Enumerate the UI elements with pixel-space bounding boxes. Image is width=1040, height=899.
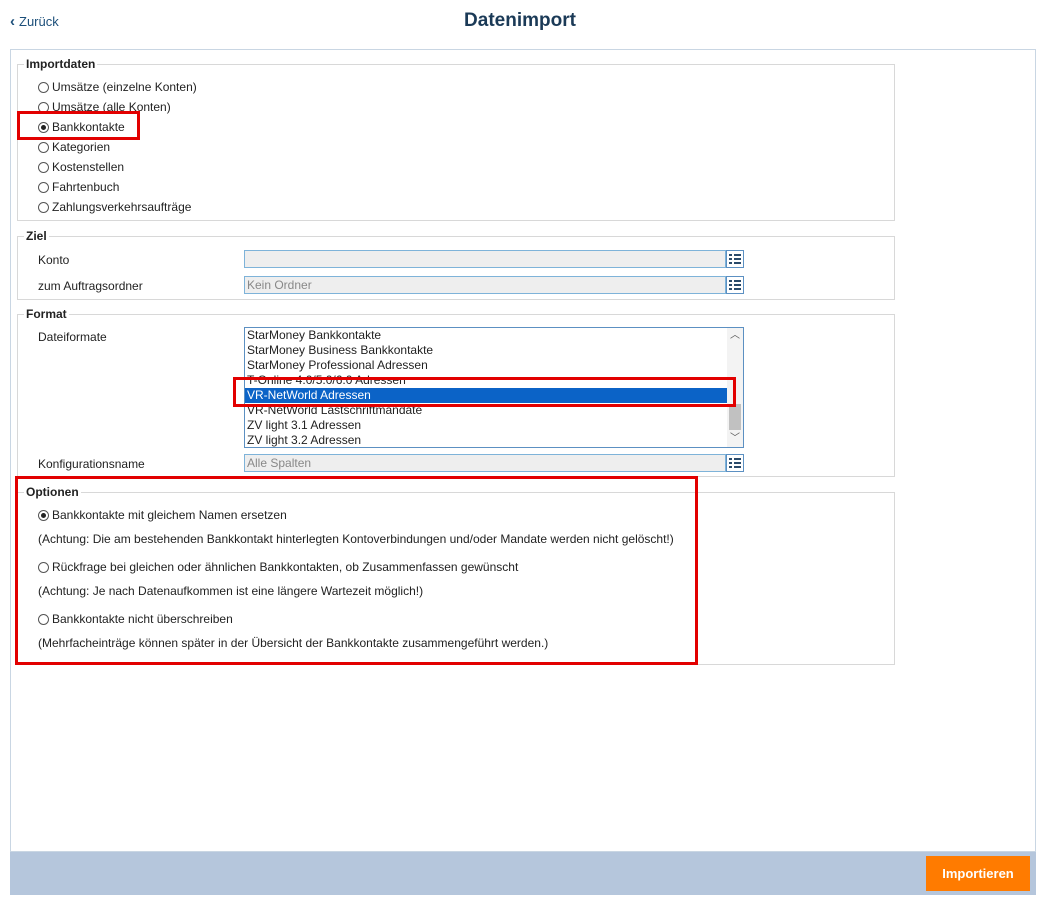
scrollbar-thumb[interactable]: [729, 404, 741, 430]
radio-label: Bankkontakte mit gleichem Namen ersetzen: [52, 508, 287, 522]
ziel-group: Ziel Konto zum Auftragsordner Kein Ordne…: [17, 229, 895, 300]
konto-field[interactable]: [244, 250, 726, 268]
list-item-selected[interactable]: VR-NetWorld Adressen: [245, 388, 727, 403]
radio-circle[interactable]: [38, 613, 49, 625]
page-title: Datenimport: [464, 10, 576, 31]
option-note: (Achtung: Je nach Datenaufkommen ist ein…: [38, 584, 424, 598]
importdaten-legend: Importdaten: [24, 57, 98, 71]
radio-circle[interactable]: [38, 81, 49, 93]
radio-circle-selected[interactable]: [38, 121, 49, 133]
list-item[interactable]: StarMoney Business Bankkontakte: [245, 343, 727, 358]
importdaten-group: Importdaten Umsätze (einzelne Konten) Um…: [17, 57, 895, 221]
radio-circle[interactable]: [38, 101, 49, 113]
konto-list-icon[interactable]: [726, 250, 744, 268]
list-item[interactable]: ZV light 3.1 Adressen: [245, 418, 727, 433]
format-group: Format Dateiformate StarMoney Bankkontak…: [17, 307, 895, 477]
radio-fahrtenbuch[interactable]: Fahrtenbuch: [38, 180, 119, 194]
dateiformate-items: StarMoney Bankkontakte StarMoney Busines…: [245, 328, 727, 447]
konfigurationsname-label: Konfigurationsname: [38, 457, 145, 471]
radio-kategorien[interactable]: Kategorien: [38, 140, 110, 154]
dateiformate-scrollbar[interactable]: ︿ ﹀: [727, 328, 743, 447]
radio-rueckfrage[interactable]: Rückfrage bei gleichen oder ähnlichen Ba…: [38, 560, 518, 574]
list-item[interactable]: StarMoney Bankkontakte: [245, 328, 727, 343]
list-item[interactable]: ZV light 3.2 Adressen: [245, 433, 727, 447]
ziel-legend: Ziel: [24, 229, 49, 243]
radio-ersetzen[interactable]: Bankkontakte mit gleichem Namen ersetzen: [38, 508, 287, 522]
main-panel: Importdaten Umsätze (einzelne Konten) Um…: [10, 49, 1036, 852]
radio-label: Zahlungsverkehrsaufträge: [52, 200, 192, 214]
footer-bar: Importieren: [10, 852, 1036, 895]
dateiformate-label: Dateiformate: [38, 330, 107, 344]
radio-label: Rückfrage bei gleichen oder ähnlichen Ba…: [52, 560, 519, 574]
optionen-group: Optionen Bankkontakte mit gleichem Namen…: [17, 485, 895, 665]
import-button[interactable]: Importieren: [926, 856, 1030, 891]
option-note: (Achtung: Die am bestehenden Bankkontakt…: [38, 532, 674, 546]
format-legend: Format: [24, 307, 69, 321]
radio-circle[interactable]: [38, 561, 49, 573]
konfigurationsname-field[interactable]: Alle Spalten: [244, 454, 726, 472]
radio-kostenstellen[interactable]: Kostenstellen: [38, 160, 124, 174]
dateiformate-listbox[interactable]: StarMoney Bankkontakte StarMoney Busines…: [244, 327, 744, 448]
list-item[interactable]: T-Online 4.0/5.0/6.0 Adressen: [245, 373, 727, 388]
radio-label: Umsätze (alle Konten): [52, 100, 171, 114]
radio-umsaetze-einzeln[interactable]: Umsätze (einzelne Konten): [38, 80, 197, 94]
radio-zahlungsverkehrsauftraege[interactable]: Zahlungsverkehrsaufträge: [38, 200, 191, 214]
list-item[interactable]: VR-NetWorld Lastschriftmandate: [245, 403, 727, 418]
radio-circle[interactable]: [38, 201, 49, 213]
radio-circle[interactable]: [38, 141, 49, 153]
radio-label: Bankkontakte: [52, 120, 125, 134]
radio-circle[interactable]: [38, 181, 49, 193]
auftragsordner-field[interactable]: Kein Ordner: [244, 276, 726, 294]
radio-circle-selected[interactable]: [38, 509, 49, 521]
radio-circle[interactable]: [38, 161, 49, 173]
radio-label: Bankkontakte nicht überschreiben: [52, 612, 233, 626]
radio-umsaetze-alle[interactable]: Umsätze (alle Konten): [38, 100, 171, 114]
konfigurationsname-list-icon[interactable]: [726, 454, 744, 472]
radio-label: Kostenstellen: [52, 160, 125, 174]
optionen-legend: Optionen: [24, 485, 81, 499]
list-item[interactable]: StarMoney Professional Adressen: [245, 358, 727, 373]
konto-label: Konto: [38, 253, 70, 267]
auftragsordner-list-icon[interactable]: [726, 276, 744, 294]
radio-label: Umsätze (einzelne Konten): [52, 80, 197, 94]
chevron-down-icon[interactable]: ﹀: [727, 432, 743, 446]
radio-label: Fahrtenbuch: [52, 180, 120, 194]
radio-label: Kategorien: [52, 140, 111, 154]
radio-nicht-ueberschreiben[interactable]: Bankkontakte nicht überschreiben: [38, 612, 233, 626]
radio-bankkontakte[interactable]: Bankkontakte: [38, 120, 125, 134]
auftragsordner-label: zum Auftragsordner: [38, 279, 143, 293]
chevron-up-icon[interactable]: ︿: [727, 329, 743, 343]
option-note: (Mehrfacheinträge können später in der Ü…: [38, 636, 549, 650]
